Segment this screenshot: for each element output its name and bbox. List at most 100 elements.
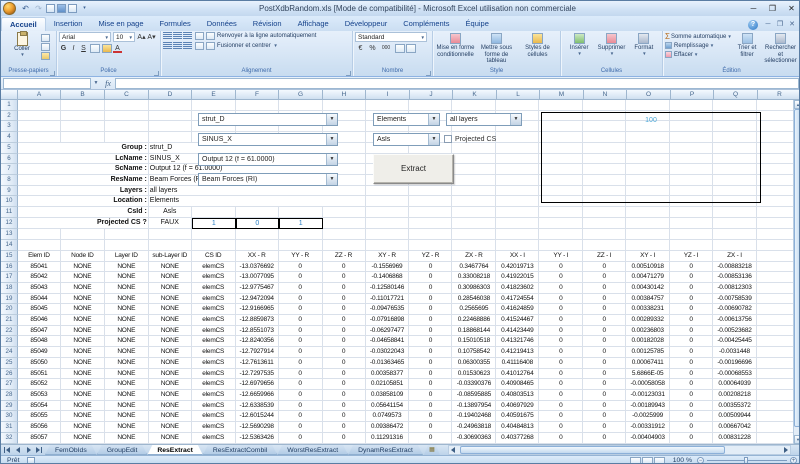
row-header-10[interactable]: 10	[1, 196, 18, 208]
undo-icon[interactable]: ↶	[20, 2, 31, 15]
table-data-cell[interactable]: 0.41012764	[496, 368, 540, 380]
table-data-cell[interactable]: -13.0077095	[235, 272, 279, 283]
find-select-button[interactable]: Rechercher et sélectionner	[763, 32, 798, 67]
decrease-decimal-icon[interactable]	[406, 44, 416, 53]
indicator-cell[interactable]: 0	[235, 217, 279, 230]
table-data-cell[interactable]: 0	[539, 293, 584, 305]
table-data-cell[interactable]: 0	[278, 325, 323, 337]
workbook-close-icon[interactable]: ✕	[786, 19, 798, 31]
office-button-icon[interactable]	[3, 2, 16, 15]
table-data-cell[interactable]: 0	[583, 400, 627, 412]
table-data-cell[interactable]: 0	[670, 400, 714, 412]
subcase-dropdown[interactable]: Output 12 (f = 61.0000) ▼	[198, 153, 338, 166]
table-data-cell[interactable]: 0.41219413	[496, 347, 540, 358]
table-data-cell[interactable]: elemCS	[191, 432, 236, 444]
grid-cell[interactable]	[583, 229, 627, 241]
grid-cell[interactable]	[409, 100, 453, 111]
table-data-cell[interactable]: 0	[583, 304, 627, 316]
table-data-cell[interactable]: 0	[583, 272, 627, 283]
grid-cell[interactable]	[452, 174, 497, 186]
table-data-cell[interactable]: 0.41423449	[496, 325, 540, 337]
table-data-cell[interactable]: 0	[278, 357, 323, 369]
table-data-cell[interactable]: 0	[322, 282, 366, 294]
table-data-cell[interactable]: NONE	[148, 379, 192, 390]
column-header-A[interactable]: A	[18, 90, 61, 100]
grid-cell[interactable]	[322, 240, 366, 251]
grid-cell[interactable]	[409, 240, 453, 251]
grid-cell[interactable]	[235, 240, 279, 251]
table-data-cell[interactable]: -12.7297535	[235, 368, 279, 380]
ribbon-tab-insertion[interactable]: Insertion	[46, 17, 91, 31]
grid-cell[interactable]	[104, 240, 149, 251]
ribbon-tab-mise-en-page[interactable]: Mise en page	[90, 17, 151, 31]
table-data-cell[interactable]: 0	[539, 347, 584, 358]
table-data-cell[interactable]: 0.41116408	[496, 357, 540, 369]
table-data-cell[interactable]: elemCS	[191, 315, 236, 326]
grid-cell[interactable]	[583, 207, 627, 218]
customize-qat-icon[interactable]: ▾	[79, 2, 90, 15]
wrap-text-button[interactable]: Renvoyer à la ligne automatiquement	[217, 33, 316, 39]
table-data-cell[interactable]: -0.00690782	[713, 304, 757, 316]
table-data-cell[interactable]: elemCS	[191, 261, 236, 273]
grid-cell[interactable]	[713, 100, 757, 111]
grid-cell[interactable]	[365, 196, 410, 208]
table-data-cell[interactable]: -0.00523682	[713, 325, 757, 337]
table-data-cell[interactable]: NONE	[104, 325, 149, 337]
table-data-cell[interactable]: -12.5363426	[235, 432, 279, 444]
align-middle-icon[interactable]	[173, 32, 182, 40]
table-header-cell[interactable]: YZ - R	[409, 250, 453, 262]
grid-cell[interactable]	[17, 229, 61, 241]
table-data-cell[interactable]: 0	[583, 389, 627, 401]
grid-cell[interactable]	[60, 100, 105, 111]
fx-icon[interactable]: fx	[101, 79, 115, 88]
font-size-combo[interactable]: 10 ▼	[113, 32, 135, 42]
table-data-cell[interactable]: NONE	[148, 272, 192, 283]
bold-button[interactable]: G	[59, 44, 68, 53]
table-data-cell[interactable]: 0	[409, 347, 453, 358]
grid-cell[interactable]	[713, 229, 757, 241]
table-data-cell[interactable]: NONE	[104, 357, 149, 369]
grid-cell[interactable]	[452, 100, 497, 111]
table-data-cell[interactable]: 0.00358377	[365, 368, 410, 380]
table-data-cell[interactable]: 0.00430142	[626, 282, 671, 294]
column-header-N[interactable]: N	[584, 90, 627, 100]
table-data-cell[interactable]: 0.00355372	[713, 400, 757, 412]
row-header-28[interactable]: 28	[1, 389, 18, 401]
table-header-cell[interactable]: XX - R	[235, 250, 279, 262]
table-data-cell[interactable]: 0.41823602	[496, 282, 540, 294]
table-data-cell[interactable]: 0	[539, 304, 584, 316]
table-data-cell[interactable]: 0	[322, 261, 366, 273]
grid-cell[interactable]	[148, 132, 192, 143]
workbook-icon[interactable]	[68, 4, 77, 13]
grid-cell[interactable]	[104, 110, 149, 122]
table-data-cell[interactable]: 0	[583, 282, 627, 294]
column-header-D[interactable]: D	[149, 90, 192, 100]
table-data-cell[interactable]: NONE	[104, 411, 149, 423]
table-data-cell[interactable]: NONE	[60, 357, 105, 369]
table-data-cell[interactable]: 0	[539, 411, 584, 423]
font-color-icon[interactable]: A	[113, 44, 122, 53]
table-header-cell[interactable]: ZX - R	[452, 250, 497, 262]
table-data-cell[interactable]: NONE	[60, 261, 105, 273]
grid-cell[interactable]	[278, 240, 323, 251]
table-data-cell[interactable]: 0.00471279	[626, 272, 671, 283]
grid-cell[interactable]	[452, 164, 497, 175]
table-data-cell[interactable]: NONE	[104, 400, 149, 412]
style-item-0[interactable]: Mise en forme conditionnelle	[435, 32, 476, 67]
table-data-cell[interactable]: 0	[278, 261, 323, 273]
table-data-cell[interactable]: 0.03858109	[365, 389, 410, 401]
ribbon-tab-compléments[interactable]: Compléments	[395, 17, 457, 31]
grid-cell[interactable]	[496, 217, 540, 230]
table-data-cell[interactable]: 85046	[17, 315, 61, 326]
fill-button[interactable]: Remplissage ▼	[665, 41, 731, 50]
page-layout-view-icon[interactable]	[641, 456, 653, 463]
grid-cell[interactable]	[452, 240, 497, 251]
loadcase-dropdown[interactable]: SINUS_X ▼	[198, 133, 338, 146]
table-data-cell[interactable]: -0.04658841	[365, 336, 410, 348]
cut-icon[interactable]	[41, 34, 50, 42]
table-data-cell[interactable]: 0.11291316	[365, 432, 410, 444]
grid-cell[interactable]	[365, 229, 410, 241]
table-data-cell[interactable]: 85045	[17, 304, 61, 316]
table-data-cell[interactable]: 0	[670, 379, 714, 390]
table-header-cell[interactable]: YY - I	[539, 250, 584, 262]
